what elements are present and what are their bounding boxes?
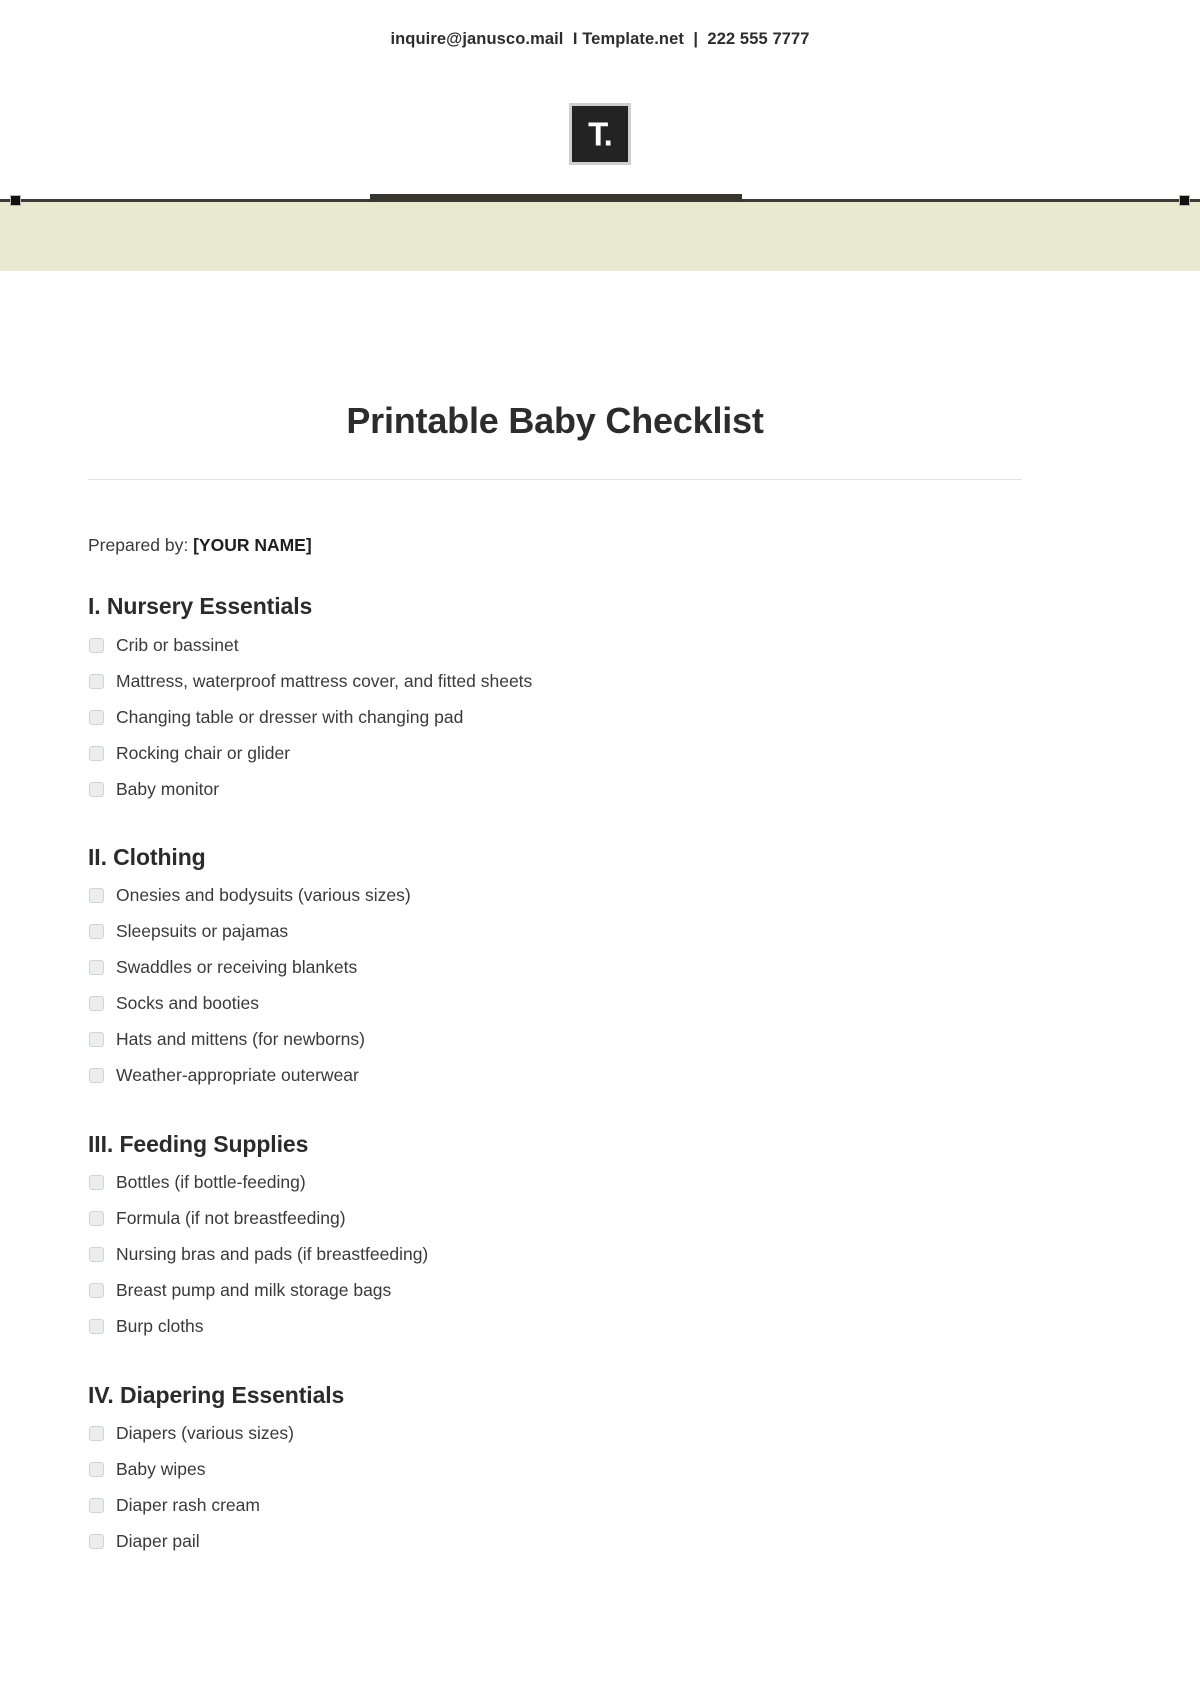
checklist: Onesies and bodysuits (various sizes) Sle… [88,878,1022,1094]
checkbox-icon[interactable] [89,781,104,797]
checklist-item-label: Swaddles or receiving blankets [116,957,358,978]
list-item[interactable]: Burp cloths [88,1309,1022,1345]
checkbox-icon[interactable] [89,960,104,976]
template-net-logo-icon: T. [569,103,631,165]
prepared-by-value[interactable]: [YOUR NAME] [193,535,312,555]
section-heading: II. Clothing [88,844,206,871]
header-rule-cap-right [1179,195,1190,206]
checklist-item-label: Crib or bassinet [116,634,239,655]
checkbox-icon[interactable] [89,1319,104,1335]
checklist-section: III. Feeding Supplies Bottles (if bottle-… [88,1130,1022,1345]
list-item[interactable]: Changing table or dresser with changing … [88,699,1022,735]
checkbox-icon[interactable] [89,1068,104,1084]
checkbox-icon[interactable] [89,637,104,653]
list-item[interactable]: Nursing bras and pads (if breastfeeding) [88,1237,1022,1273]
checklist-item-label: Nursing bras and pads (if breastfeeding) [116,1244,429,1265]
checkbox-icon[interactable] [89,1533,104,1549]
checkbox-icon[interactable] [89,996,104,1012]
list-item[interactable]: Weather-appropriate outerwear [88,1058,1022,1094]
list-item[interactable]: Mattress, waterproof mattress cover, and… [88,663,1022,699]
checklist-section: I. Nursery Essentials Crib or bassinet Mat… [88,592,1022,807]
title-divider [88,479,1022,481]
checkbox-icon[interactable] [89,1247,104,1263]
section-heading: I. Nursery Essentials [88,593,313,620]
list-item[interactable]: Baby monitor [88,771,1022,807]
page-title: Printable Baby Checklist [346,400,764,441]
checklist-item-label: Onesies and bodysuits (various sizes) [116,885,411,906]
checkbox-icon[interactable] [89,1425,104,1441]
checkbox-icon[interactable] [89,745,104,761]
checkbox-icon[interactable] [89,888,104,904]
checklist-item-label: Changing table or dresser with changing … [116,706,464,727]
section-heading: III. Feeding Supplies [88,1130,309,1157]
checkbox-icon[interactable] [89,1211,104,1227]
checkbox-icon[interactable] [89,1283,104,1299]
list-item[interactable]: Diaper rash cream [88,1487,1022,1523]
header-rule-cap-left [10,195,21,206]
checklist-item-label: Mattress, waterproof mattress cover, and… [116,670,533,691]
checklist-item-label: Socks and booties [116,993,260,1014]
checklist-item-label: Hats and mittens (for newborns) [116,1029,365,1050]
logo-container: T. [0,103,1200,165]
section-heading: IV. Diapering Essentials [88,1381,345,1408]
checklist-item-label: Diaper rash cream [116,1494,260,1515]
document-body: Printable Baby Checklist Prepared by: [Y… [88,271,1022,1559]
list-item[interactable]: Sleepsuits or pajamas [88,914,1022,950]
list-item[interactable]: Hats and mittens (for newborns) [88,1022,1022,1058]
checkbox-icon[interactable] [89,1032,104,1048]
checklist-item-label: Rocking chair or glider [116,742,291,763]
checklist-item-label: Baby wipes [116,1458,206,1479]
list-item[interactable]: Onesies and bodysuits (various sizes) [88,878,1022,914]
checkbox-icon[interactable] [89,924,104,940]
letterhead-header: T. inquire@janusco.mail I Template.net |… [0,0,1200,271]
list-item[interactable]: Diaper pail [88,1523,1022,1559]
list-item[interactable]: Diapers (various sizes) [88,1415,1022,1451]
logo-wordmark: T. [588,115,613,153]
list-item[interactable]: Baby wipes [88,1451,1022,1487]
checklist-item-label: Bottles (if bottle-feeding) [116,1172,306,1193]
list-item[interactable]: Formula (if not breastfeeding) [88,1201,1022,1237]
checklist-item-label: Diapers (various sizes) [116,1422,294,1443]
checkbox-icon[interactable] [89,1175,104,1191]
contact-band [0,202,1200,271]
checklist: Crib or bassinet Mattress, waterproof mat… [88,627,1022,807]
list-item[interactable]: Socks and booties [88,986,1022,1022]
checkbox-icon[interactable] [89,709,104,725]
checklist-section: IV. Diapering Essentials Diapers (various… [88,1381,1022,1560]
checklist-item-label: Diaper pail [116,1530,200,1551]
checklist-item-label: Weather-appropriate outerwear [116,1065,359,1086]
list-item[interactable]: Breast pump and milk storage bags [88,1273,1022,1309]
checkbox-icon[interactable] [89,1497,104,1513]
checklist-sections: I. Nursery Essentials Crib or bassinet Mat… [88,592,1022,1559]
prepared-by-label: Prepared by: [88,535,189,556]
header-rule-accent [370,194,742,201]
checkbox-icon[interactable] [89,1461,104,1477]
checklist: Bottles (if bottle-feeding) Formula (if n… [88,1165,1022,1345]
checklist-section: II. Clothing Onesies and bodysuits (vario… [88,843,1022,1094]
list-item[interactable]: Crib or bassinet [88,627,1022,663]
list-item[interactable]: Swaddles or receiving blankets [88,950,1022,986]
contact-info: inquire@janusco.mail I Template.net | 22… [390,30,810,48]
checklist-item-label: Breast pump and milk storage bags [116,1280,392,1301]
checklist-item-label: Burp cloths [116,1316,204,1337]
list-item[interactable]: Bottles (if bottle-feeding) [88,1165,1022,1201]
checklist: Diapers (various sizes) Baby wipes Diaper … [88,1415,1022,1559]
list-item[interactable]: Rocking chair or glider [88,735,1022,771]
checklist-item-label: Baby monitor [116,778,220,799]
checkbox-icon[interactable] [89,673,104,689]
prepared-by-line: Prepared by: [YOUR NAME] [88,535,1022,556]
checklist-item-label: Formula (if not breastfeeding) [116,1208,346,1229]
checklist-item-label: Sleepsuits or pajamas [116,921,289,942]
